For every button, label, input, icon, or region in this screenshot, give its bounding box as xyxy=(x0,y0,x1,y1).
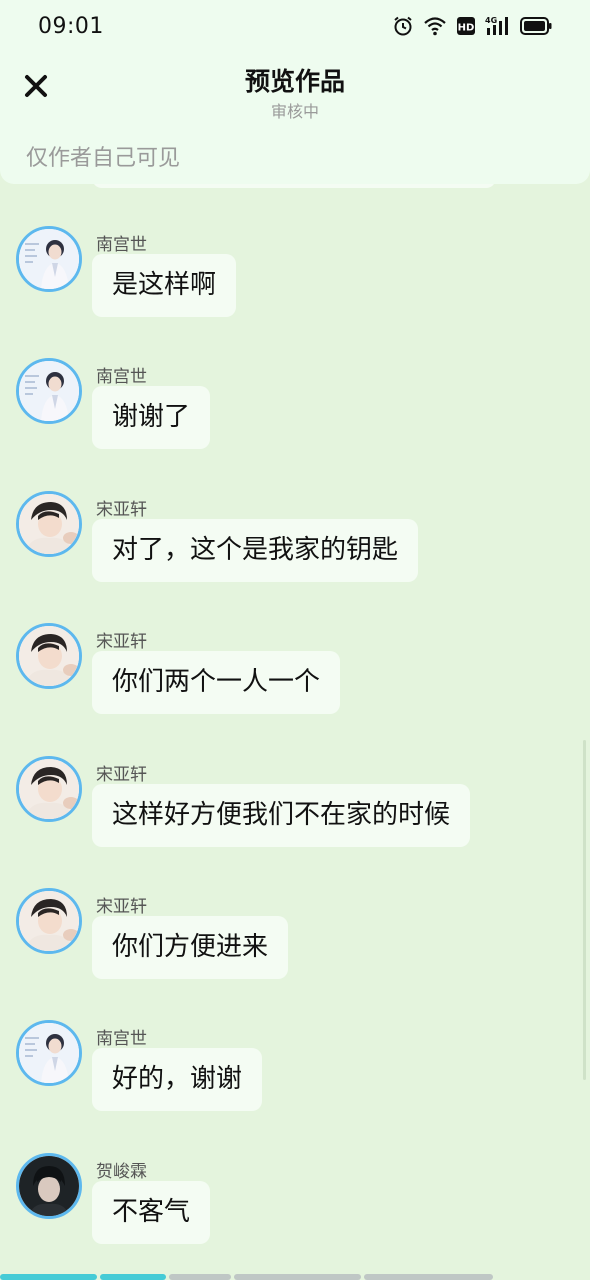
progress-segment-played xyxy=(0,1274,98,1280)
sender-name: 南宫世 xyxy=(96,235,147,255)
message-bubble[interactable]: 不客气 xyxy=(92,1181,211,1244)
playback-progress[interactable] xyxy=(0,1274,590,1280)
avatar-nangongshi[interactable] xyxy=(16,226,82,292)
progress-segment xyxy=(496,1274,590,1280)
review-status: 审核中 xyxy=(270,102,319,121)
progress-segment-played xyxy=(100,1274,167,1280)
signal-4g-icon: 4G xyxy=(485,15,511,37)
sender-name: 宋亚轩 xyxy=(96,897,147,917)
avatar-songyaxuan[interactable] xyxy=(16,888,82,954)
message-bubble[interactable]: 谢谢了 xyxy=(92,386,211,449)
avatar-hejunlin[interactable] xyxy=(16,1153,82,1219)
status-time: 09:01 xyxy=(38,14,104,39)
status-bar: 09:01 HD 4G xyxy=(0,0,590,52)
svg-text:HD: HD xyxy=(458,23,475,34)
nav-bar: 预览作品 审核中 xyxy=(0,52,590,124)
avatar-nangongshi[interactable] xyxy=(16,358,82,424)
visibility-note: 仅作者自己可见 xyxy=(26,146,181,171)
message-bubble[interactable]: 你们两个一人一个 xyxy=(92,651,341,714)
sender-name: 宋亚轩 xyxy=(96,500,147,520)
svg-text:4G: 4G xyxy=(485,16,497,25)
progress-segment xyxy=(233,1274,362,1280)
avatar-songyaxuan[interactable] xyxy=(16,491,82,557)
alarm-icon xyxy=(392,15,414,37)
sender-name: 南宫世 xyxy=(96,1029,147,1049)
message-bubble[interactable]: 好的，谢谢 xyxy=(92,1048,263,1111)
wifi-icon xyxy=(423,16,447,36)
header: 09:01 HD 4G 预览作品 审核中 仅作者自己可见 xyxy=(0,0,590,184)
avatar-nangongshi[interactable] xyxy=(16,1020,82,1086)
progress-segment xyxy=(169,1274,231,1280)
message-bubble[interactable]: 这样好方便我们不在家的时候 xyxy=(92,784,471,847)
message-bubble[interactable]: 对了，这个是我家的钥匙 xyxy=(92,519,419,582)
progress-segment xyxy=(364,1274,494,1280)
sender-name: 宋亚轩 xyxy=(96,765,147,785)
sender-name: 贺峻霖 xyxy=(96,1162,147,1182)
message-bubble[interactable]: 是这样啊 xyxy=(92,254,237,317)
chat-message-list[interactable]: 南宫世 是这样啊 南宫世 谢谢了 宋亚轩 对了，这个是我家的钥匙 宋亚轩 你们两… xyxy=(0,0,590,1280)
status-icons: HD 4G xyxy=(392,14,552,38)
story-preview-screen: 南宫世 是这样啊 南宫世 谢谢了 宋亚轩 对了，这个是我家的钥匙 宋亚轩 你们两… xyxy=(0,0,590,1280)
sender-name: 宋亚轩 xyxy=(96,632,147,652)
sender-name: 南宫世 xyxy=(96,367,147,387)
battery-icon xyxy=(520,17,552,35)
avatar-songyaxuan[interactable] xyxy=(16,623,82,689)
message-bubble[interactable]: 你们方便进来 xyxy=(92,916,289,979)
page-title: 预览作品 xyxy=(244,67,345,96)
avatar-songyaxuan[interactable] xyxy=(16,756,82,822)
scrollbar[interactable] xyxy=(583,740,586,1080)
hd-badge-icon: HD xyxy=(456,16,476,36)
